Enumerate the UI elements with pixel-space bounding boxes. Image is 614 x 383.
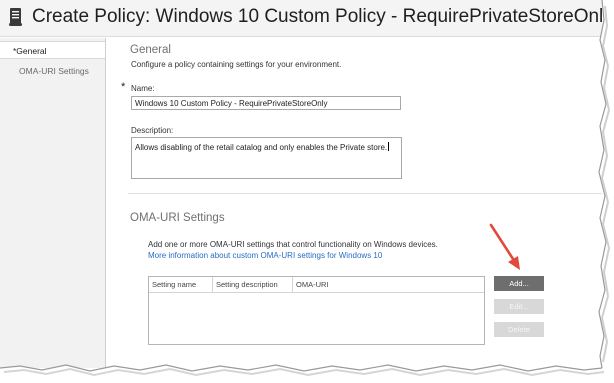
delete-button[interactable]: Delete xyxy=(494,322,544,337)
page-title: Create Policy: Windows 10 Custom Policy … xyxy=(32,6,613,27)
general-heading: General xyxy=(130,44,171,56)
column-header-setting-name[interactable]: Setting name xyxy=(149,277,212,292)
more-info-link[interactable]: More information about custom OMA-URI se… xyxy=(148,251,382,260)
edit-button[interactable]: Edit... xyxy=(494,299,544,314)
description-label: Description: xyxy=(131,126,174,135)
name-label: Name: xyxy=(131,84,155,93)
create-policy-dialog: Create Policy: Windows 10 Custom Policy … xyxy=(0,0,613,368)
table-header-divider xyxy=(149,292,484,293)
name-field[interactable]: Windows 10 Custom Policy - RequirePrivat… xyxy=(131,96,401,110)
sidebar-nav: *General OMA-URI Settings xyxy=(0,38,106,368)
description-field[interactable]: Allows disabling of the retail catalog a… xyxy=(131,137,402,179)
column-header-oma-uri[interactable]: OMA-URI xyxy=(292,277,484,292)
column-header-setting-description[interactable]: Setting description xyxy=(212,277,292,292)
description-text: Allows disabling of the retail catalog a… xyxy=(135,143,388,152)
required-marker: * xyxy=(121,81,126,93)
policy-scroll-icon xyxy=(9,8,22,26)
sidebar-item-general[interactable]: *General xyxy=(0,41,105,59)
add-button[interactable]: Add... xyxy=(494,276,544,291)
sidebar-item-oma-uri-settings[interactable]: OMA-URI Settings xyxy=(0,62,105,80)
oma-uri-settings-table[interactable]: Setting name Setting description OMA-URI xyxy=(148,276,485,345)
title-bar: Create Policy: Windows 10 Custom Policy … xyxy=(0,0,613,37)
oma-uri-heading: OMA-URI Settings xyxy=(130,212,225,224)
text-cursor xyxy=(388,142,390,151)
oma-uri-intro: Add one or more OMA-URI settings that co… xyxy=(148,240,438,249)
general-subtitle: Configure a policy containing settings f… xyxy=(131,60,342,69)
section-divider xyxy=(128,193,602,194)
